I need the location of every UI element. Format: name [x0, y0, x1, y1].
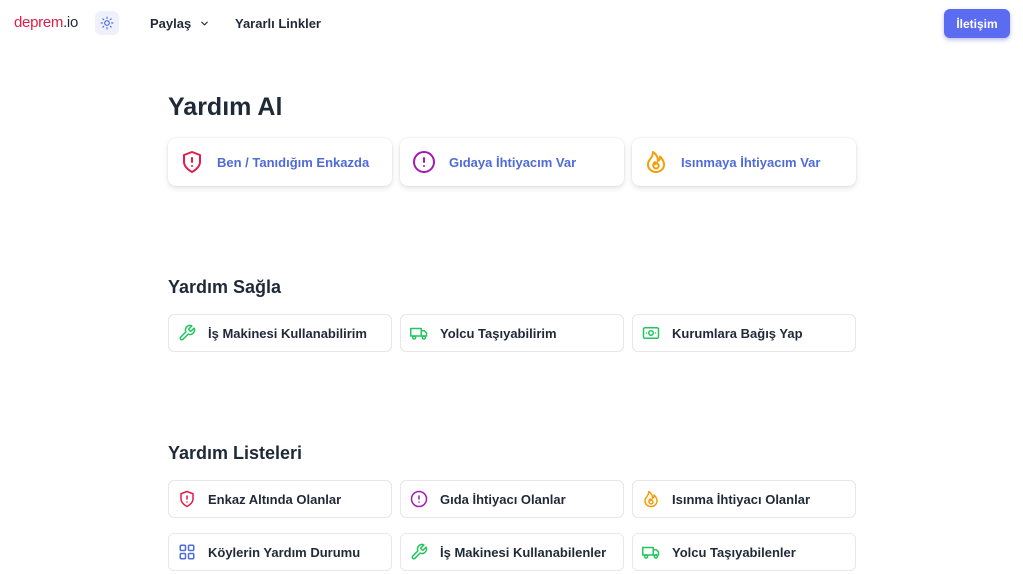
card-label: Isınma İhtiyacı Olanlar: [672, 491, 810, 507]
wrench-icon: [178, 324, 196, 342]
card-can-carry-passengers[interactable]: Yolcu Taşıyabilirim: [400, 314, 624, 352]
card-label: Ben / Tanıdığım Enkazda: [217, 154, 370, 170]
truck-icon: [410, 324, 428, 342]
logo-brand: deprem: [14, 14, 64, 31]
card-label: Gıda İhtiyacı Olanlar: [440, 491, 566, 507]
share-menu-label: Paylaş: [150, 16, 192, 31]
list-village-status[interactable]: Köylerin Yardım Durumu: [168, 533, 392, 571]
shield-alert-icon: [180, 150, 204, 174]
card-label: İş Makinesi Kullanabilirim: [208, 325, 367, 341]
card-label: Gıdaya İhtiyacım Var: [449, 154, 577, 170]
alert-circle-icon: [410, 490, 428, 508]
card-label: Enkaz Altında Olanlar: [208, 491, 342, 507]
get-help-title: Yardım Al: [168, 93, 283, 121]
card-label: Yolcu Taşıyabilirim: [440, 325, 557, 341]
wrench-icon: [410, 543, 428, 561]
banknote-icon: [642, 324, 660, 342]
alert-circle-icon: [412, 150, 436, 174]
list-food-needs[interactable]: Gıda İhtiyacı Olanlar: [400, 480, 624, 518]
truck-icon: [642, 543, 660, 561]
logo-tld: .io: [63, 14, 79, 31]
theme-toggle-button[interactable]: [95, 11, 119, 35]
contact-button[interactable]: İletişim: [944, 9, 1010, 38]
card-need-heating[interactable]: Isınmaya İhtiyacım Var: [632, 138, 856, 186]
card-need-food[interactable]: Gıdaya İhtiyacım Var: [400, 138, 624, 186]
help-lists-title: Yardım Listeleri: [168, 443, 303, 463]
list-under-rubble[interactable]: Enkaz Altında Olanlar: [168, 480, 392, 518]
list-machinery-operators[interactable]: İş Makinesi Kullanabilenler: [400, 533, 624, 571]
card-label: İş Makinesi Kullanabilenler: [440, 544, 607, 560]
card-donate[interactable]: Kurumlara Bağış Yap: [632, 314, 856, 352]
shield-alert-icon: [178, 490, 196, 508]
sun-icon: [100, 16, 114, 30]
card-label: Kurumlara Bağış Yap: [672, 325, 803, 341]
top-navbar: deprem.io Paylaş Yararlı Linkler İletişi…: [0, 0, 1023, 48]
card-label: Köylerin Yardım Durumu: [208, 544, 361, 560]
grid-icon: [178, 543, 196, 561]
chevron-down-icon: [201, 21, 209, 26]
list-heating-needs[interactable]: Isınma İhtiyacı Olanlar: [632, 480, 856, 518]
list-passenger-carriers[interactable]: Yolcu Taşıyabilenler: [632, 533, 856, 571]
logo[interactable]: deprem.io: [14, 14, 78, 31]
card-label: Yolcu Taşıyabilenler: [672, 544, 796, 560]
give-help-title: Yardım Sağla: [168, 277, 282, 297]
card-label: Isınmaya İhtiyacım Var: [681, 154, 821, 170]
share-menu[interactable]: Paylaş: [150, 16, 210, 31]
flame-icon: [644, 150, 668, 174]
useful-links-link[interactable]: Yararlı Linkler: [235, 16, 321, 31]
card-under-rubble[interactable]: Ben / Tanıdığım Enkazda: [168, 138, 392, 186]
card-can-use-machinery[interactable]: İş Makinesi Kullanabilirim: [168, 314, 392, 352]
flame-icon: [642, 490, 660, 508]
